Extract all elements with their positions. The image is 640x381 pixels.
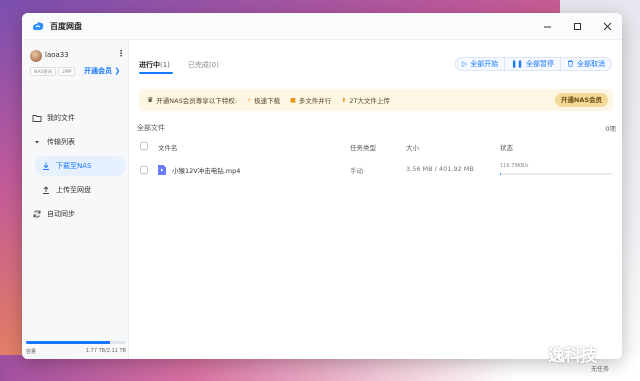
play-icon: ▷ [461, 60, 468, 68]
video-file-icon [158, 165, 166, 175]
more-icon[interactable]: ⋮ [117, 49, 125, 58]
sidebar-item-label: 自动同步 [47, 210, 75, 218]
column-type[interactable]: 任务类型 [350, 142, 376, 152]
download-progress-fill [500, 173, 502, 175]
button-label: 全部取消 [577, 60, 605, 68]
file-size: 3.56 MB / 401.92 MB [406, 165, 474, 173]
download-icon [41, 161, 51, 171]
upload-icon: ⬆ [341, 96, 347, 104]
pause-all-button[interactable]: ❚❚ 全部暂停 [504, 58, 560, 70]
column-size[interactable]: 大小 [406, 142, 419, 152]
storage-value: 1.77 TB/2.11 TB [85, 348, 126, 354]
storage-usage: 容量 1.77 TB/2.11 TB [26, 341, 126, 355]
column-name[interactable]: 文件名 [158, 142, 178, 152]
sidebar-item-my-files[interactable]: 我的文件 [26, 108, 126, 128]
feature-label: 极速下载 [254, 97, 281, 105]
maximize-icon[interactable] [562, 13, 592, 40]
folder-icon: ■ [290, 96, 296, 104]
download-progress [500, 173, 613, 175]
file-name[interactable]: 小猴12V冲击电钻.mp4 [172, 165, 240, 175]
sidebar-item-label: 传输列表 [47, 138, 75, 146]
feature-label: 2T大文件上传 [349, 97, 390, 105]
tab-count: (0) [208, 61, 219, 69]
row-checkbox[interactable] [140, 166, 148, 174]
nas-member-badge: NAS会员 [30, 67, 57, 76]
button-label: 全部暂停 [526, 60, 554, 68]
sidebar: laoa33 ⋮ NAS会员 2MP 开通会员 ❯ 我的文件 传输列表 下载至N… [22, 40, 129, 359]
table-header: 文件名 任务类型 大小 状态 [137, 141, 615, 155]
list-title: 全部文件 [137, 124, 165, 132]
open-nas-vip-button[interactable]: 开通NAS会员 [554, 93, 608, 107]
app-window: 百度网盘 laoa33 ⋮ NAS会员 2MP 开通会员 ❯ 我的文件 传输列表… [22, 13, 622, 359]
folder-icon [32, 113, 42, 123]
task-type: 手动 [350, 167, 363, 175]
user-panel: laoa33 ⋮ NAS会员 2MP 开通会员 ❯ [30, 49, 125, 94]
watermark-subtext: 无任务 [591, 366, 610, 373]
sidebar-item-download-nas[interactable]: 下载至NAS [35, 156, 126, 176]
trash-icon [567, 59, 574, 69]
storage-bar-fill [26, 341, 110, 344]
promo-feature: ⬆ 2T大文件上传 [341, 95, 390, 106]
select-all-checkbox[interactable] [140, 142, 148, 150]
caret-down-icon [32, 137, 42, 147]
app-title: 百度网盘 [50, 21, 82, 31]
sidebar-item-auto-sync[interactable]: 自动同步 [26, 204, 126, 224]
close-icon[interactable] [592, 13, 622, 40]
nas-promo-banner: ♛ 开通NAS会员尊享以下特权: ⚡ 极速下载 ■ 多文件并行 ⬆ 2T大文件上传 开… [139, 89, 613, 111]
sidebar-item-label: 我的文件 [47, 114, 75, 122]
start-all-button[interactable]: ▷ 全部开始 [456, 58, 504, 70]
window-controls [532, 13, 622, 40]
main-panel: 进行中(1) 已完成(0) ▷ 全部开始 ❚❚ 全部暂停 全部取消 ♛ 开通NAS会… [129, 40, 622, 359]
tab-count: (1) [160, 61, 170, 69]
lightning-icon: ⚡ [246, 96, 252, 104]
feature-label: 多文件并行 [298, 97, 332, 105]
storage-bar [26, 341, 126, 344]
tab-in-progress[interactable]: 进行中(1) [139, 60, 170, 70]
sidebar-item-transfer-list[interactable]: 传输列表 [26, 132, 126, 152]
username: laoa33 [45, 51, 69, 59]
download-speed: 116.79KB/s [500, 163, 529, 169]
avatar[interactable] [30, 50, 42, 62]
speed-badge: 2MP [58, 67, 76, 76]
promo-text: 开通NAS会员尊享以下特权: [156, 97, 237, 105]
tab-completed[interactable]: 已完成(0) [188, 60, 219, 70]
tab-label: 进行中 [139, 61, 160, 69]
pause-icon: ❚❚ [511, 60, 523, 68]
bulk-actions: ▷ 全部开始 ❚❚ 全部暂停 全部取消 [454, 57, 612, 71]
tab-bar: 进行中(1) 已完成(0) [139, 60, 237, 70]
active-tab-indicator [139, 72, 173, 74]
tab-label: 已完成 [187, 61, 209, 69]
column-status[interactable]: 状态 [500, 142, 513, 152]
promo-feature: ■ 多文件并行 [290, 95, 332, 106]
sidebar-item-label: 下载至NAS [56, 162, 92, 170]
minimize-icon[interactable] [532, 13, 562, 40]
sidebar-item-label: 上传至网盘 [56, 186, 91, 194]
open-vip-link[interactable]: 开通会员 ❯ [84, 66, 120, 76]
watermark-logo: 逸科技 [548, 346, 597, 366]
storage-label: 容量 [26, 349, 37, 355]
table-row[interactable]: 小猴12V冲击电钻.mp4 手动 3.56 MB / 401.92 MB 116… [137, 163, 615, 178]
sidebar-item-upload-cloud[interactable]: 上传至网盘 [26, 180, 126, 200]
upload-icon [41, 185, 51, 195]
crown-icon: ♛ [147, 96, 154, 104]
title-bar[interactable]: 百度网盘 [22, 13, 622, 40]
sync-icon [32, 209, 42, 219]
baidu-netdisk-logo-icon [31, 19, 45, 33]
promo-feature: ⚡ 极速下载 [246, 95, 281, 106]
cancel-all-button[interactable]: 全部取消 [560, 58, 611, 70]
button-label: 全部开始 [470, 60, 499, 68]
item-count: 0项 [605, 125, 616, 133]
